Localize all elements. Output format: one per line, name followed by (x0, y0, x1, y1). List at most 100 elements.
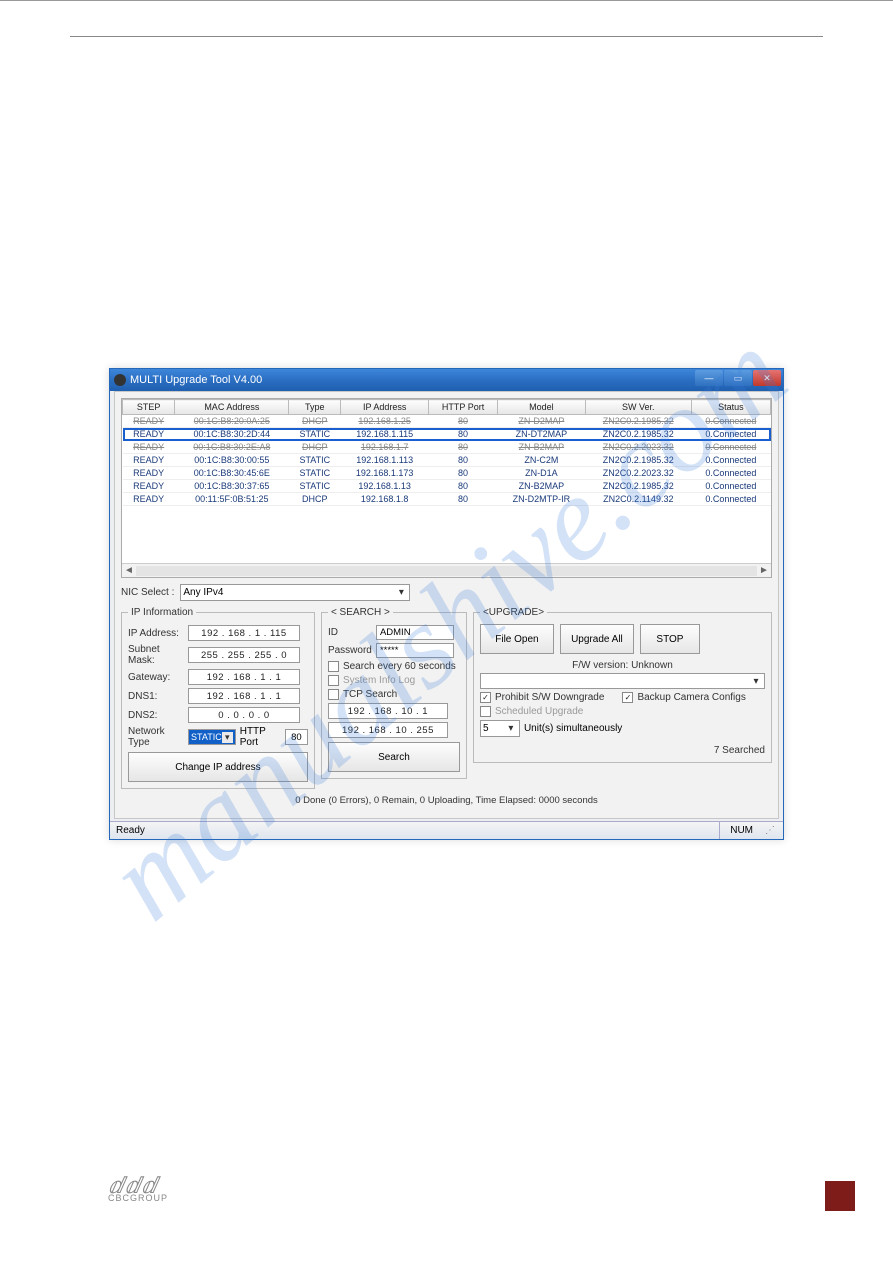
app-window: MULTI Upgrade Tool V4.00 — ▭ ✕ STEPMAC A… (109, 368, 784, 840)
search-group: < SEARCH > ID ADMIN Password ***** Searc… (321, 607, 467, 779)
table-cell: STATIC (289, 428, 341, 441)
table-cell: 0.Connected (691, 428, 770, 441)
network-type-select[interactable]: STATIC▾ (188, 729, 236, 745)
table-row[interactable]: READY00:11:5F:0B:51:25DHCP192.168.1.880Z… (123, 493, 771, 506)
window-close-button[interactable]: ✕ (753, 370, 781, 386)
table-cell: READY (123, 428, 175, 441)
table-cell: 0.Connected (691, 467, 770, 480)
id-label: ID (328, 627, 372, 638)
table-cell: 00:1C:B8:30:37:65 (175, 480, 289, 493)
table-cell: 0.Connected (691, 441, 770, 454)
table-cell: 00:1C:B8:30:2E:A8 (175, 441, 289, 454)
password-input[interactable]: ***** (376, 643, 454, 658)
table-cell: READY (123, 454, 175, 467)
column-header[interactable]: MAC Address (175, 400, 289, 415)
id-input[interactable]: ADMIN (376, 625, 454, 640)
status-num: NUM (719, 822, 763, 839)
scroll-track[interactable] (136, 566, 757, 576)
window-title: MULTI Upgrade Tool V4.00 (130, 374, 262, 386)
table-cell: STATIC (289, 454, 341, 467)
ip-address-label: IP Address: (128, 628, 184, 639)
tcp-to-input[interactable]: 192 . 168 . 10 . 255 (328, 722, 448, 738)
column-header[interactable]: Model (497, 400, 585, 415)
table-cell: READY (123, 415, 175, 428)
change-ip-button[interactable]: Change IP address (128, 752, 308, 782)
column-header[interactable]: STEP (123, 400, 175, 415)
network-type-label: Network Type (128, 726, 184, 748)
ip-address-input[interactable]: 192 . 168 . 1 . 115 (188, 625, 300, 641)
table-row[interactable]: READY00:1C:B8:30:37:65STATIC192.168.1.13… (123, 480, 771, 493)
search-legend: < SEARCH > (328, 607, 393, 618)
column-header[interactable]: Type (289, 400, 341, 415)
titlebar[interactable]: MULTI Upgrade Tool V4.00 — ▭ ✕ (110, 369, 783, 391)
table-cell: 00:1C:B8:30:00:55 (175, 454, 289, 467)
table-header-row[interactable]: STEPMAC AddressTypeIP AddressHTTP PortMo… (123, 400, 771, 415)
table-cell: 00:11:5F:0B:51:25 (175, 493, 289, 506)
table-row[interactable]: READY00:1C:B8:30:2E:A8DHCP192.168.1.780Z… (123, 441, 771, 454)
nic-label: NIC Select : (121, 587, 174, 598)
simultaneous-units-select[interactable]: 5▾ (480, 720, 520, 737)
table-cell: STATIC (289, 467, 341, 480)
table-cell: 0.Connected (691, 480, 770, 493)
upgrade-all-button[interactable]: Upgrade All (560, 624, 634, 654)
system-info-log-label: System Info Log (343, 675, 415, 686)
scheduled-upgrade-checkbox[interactable] (480, 706, 491, 717)
stop-button[interactable]: STOP (640, 624, 700, 654)
table-cell: 80 (429, 415, 498, 428)
table-cell: READY (123, 480, 175, 493)
status-ready: Ready (116, 825, 145, 836)
search-every-60-checkbox[interactable] (328, 661, 339, 672)
table-cell: ZN-C2M (497, 454, 585, 467)
http-port-label: HTTP Port (240, 726, 281, 748)
table-cell: ZN2C0.2.1985.32 (585, 415, 691, 428)
column-header[interactable]: HTTP Port (429, 400, 498, 415)
table-cell: 0.Connected (691, 493, 770, 506)
gateway-input[interactable]: 192 . 168 . 1 . 1 (188, 669, 300, 685)
column-header[interactable]: Status (691, 400, 770, 415)
table-cell: ZN2C0.2.2023.32 (585, 467, 691, 480)
system-info-log-checkbox[interactable] (328, 675, 339, 686)
resize-grip-icon[interactable]: ⋰ (763, 825, 777, 836)
device-table-container[interactable]: STEPMAC AddressTypeIP AddressHTTP PortMo… (121, 398, 772, 578)
backup-configs-label: Backup Camera Configs (637, 692, 745, 703)
table-row[interactable]: READY00:1C:B8:30:2D:44STATIC192.168.1.11… (123, 428, 771, 441)
backup-configs-checkbox[interactable] (622, 692, 633, 703)
subnet-mask-input[interactable]: 255 . 255 . 255 . 0 (188, 647, 300, 663)
tcp-from-input[interactable]: 192 . 168 . 10 . 1 (328, 703, 448, 719)
scroll-right-icon[interactable]: ► (757, 565, 771, 576)
search-button[interactable]: Search (328, 742, 460, 772)
table-cell: 00:1C:B8:20:0A:25 (175, 415, 289, 428)
upgrade-legend: <UPGRADE> (480, 607, 547, 618)
table-cell: READY (123, 493, 175, 506)
table-row[interactable]: READY00:1C:B8:30:45:6ESTATIC192.168.1.17… (123, 467, 771, 480)
footer-logo: ⅆⅆⅆ CBCGROUP (108, 1178, 168, 1203)
nic-select-value: Any IPv4 (183, 587, 223, 598)
table-row[interactable]: READY00:1C:B8:30:00:55STATIC192.168.1.11… (123, 454, 771, 467)
window-minimize-button[interactable]: — (695, 370, 723, 386)
file-open-button[interactable]: File Open (480, 624, 554, 654)
column-header[interactable]: IP Address (341, 400, 429, 415)
dns1-input[interactable]: 192 . 168 . 1 . 1 (188, 688, 300, 704)
dns2-label: DNS2: (128, 710, 184, 721)
window-maximize-button[interactable]: ▭ (724, 370, 752, 386)
dns2-input[interactable]: 0 . 0 . 0 . 0 (188, 707, 300, 723)
firmware-select[interactable]: ▾ (480, 673, 765, 689)
column-header[interactable]: SW Ver. (585, 400, 691, 415)
http-port-input[interactable]: 80 (285, 729, 308, 745)
progress-status: 0 Done (0 Errors), 0 Remain, 0 Uploading… (121, 795, 772, 806)
nic-select[interactable]: Any IPv4 ▾ (180, 584, 410, 601)
table-cell: 80 (429, 480, 498, 493)
table-cell: 192.168.1.113 (341, 454, 429, 467)
table-cell: 00:1C:B8:30:45:6E (175, 467, 289, 480)
table-cell: STATIC (289, 480, 341, 493)
table-row[interactable]: READY00:1C:B8:20:0A:25DHCP192.168.1.2580… (123, 415, 771, 428)
table-cell: DHCP (289, 441, 341, 454)
prohibit-downgrade-checkbox[interactable] (480, 692, 491, 703)
table-cell: 192.168.1.13 (341, 480, 429, 493)
scroll-left-icon[interactable]: ◄ (122, 565, 136, 576)
table-cell: 0.Connected (691, 415, 770, 428)
tcp-search-checkbox[interactable] (328, 689, 339, 700)
horizontal-scrollbar[interactable]: ◄ ► (122, 563, 771, 577)
gateway-label: Gateway: (128, 672, 184, 683)
scheduled-upgrade-label: Scheduled Upgrade (495, 706, 583, 717)
